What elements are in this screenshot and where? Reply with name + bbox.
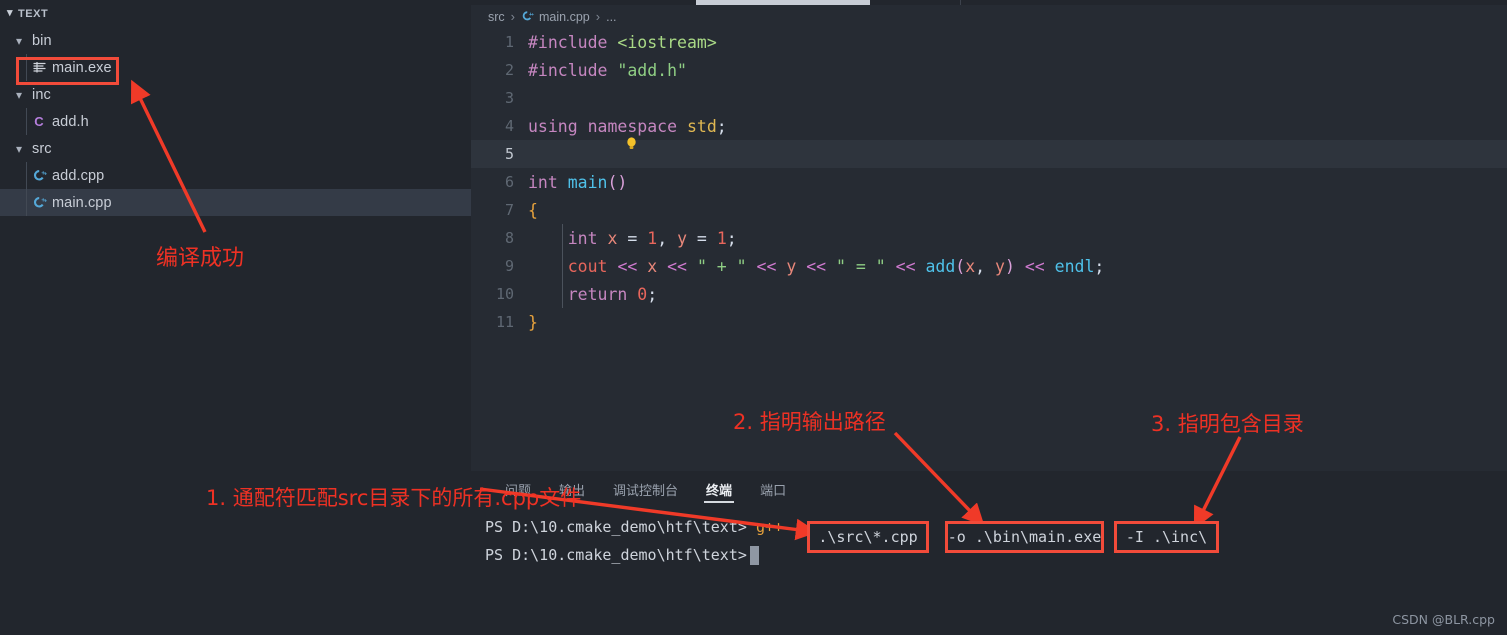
line-number: 4 — [504, 117, 514, 135]
line-text: return 0; — [567, 284, 658, 304]
cpp-icon: + + — [28, 169, 50, 182]
exe-icon — [28, 61, 50, 74]
tree-item-folder-inc[interactable]: ▾ inc — [0, 81, 471, 108]
code-line: 8 int x = 1, y = 1; — [471, 224, 1507, 252]
editor-tab-active[interactable] — [696, 0, 870, 5]
breadcrumb-file[interactable]: main.cpp — [539, 10, 590, 24]
line-number: 9 — [504, 257, 514, 275]
explorer-sidebar: ▾ TEXT ▾ bin main.exe ▾ inc C add.h ▾ sr… — [0, 0, 471, 635]
terminal-command: g++ — [755, 518, 784, 536]
code-line: 11 } — [471, 308, 1507, 336]
chevron-right-icon: › — [595, 9, 601, 24]
indent-guide — [26, 54, 27, 81]
line-text: int x = 1, y = 1; — [567, 228, 737, 248]
code-line: 9 cout << x << " + " << y << " = " << ad… — [471, 252, 1507, 280]
line-number: 7 — [504, 201, 514, 219]
line-text: #include <iostream> — [528, 32, 717, 52]
code-line: 2 #include "add.h" — [471, 56, 1507, 84]
explorer-section-header[interactable]: ▾ TEXT — [0, 0, 471, 27]
tree-item-label: bin — [32, 32, 52, 49]
tree-item-label: add.h — [52, 113, 89, 130]
c-header-icon: C — [34, 114, 44, 129]
code-line: 7 { — [471, 196, 1507, 224]
panel-tab-problems[interactable]: 问题 — [491, 471, 545, 507]
tree-item-label: main.exe — [52, 59, 112, 76]
panel-tab-output[interactable]: 输出 — [545, 471, 599, 507]
cpp-icon: + + — [521, 10, 534, 24]
chevron-right-icon: › — [510, 9, 516, 24]
terminal-line: PS D:\10.cmake_demo\htf\text> — [485, 541, 1507, 569]
tree-item-file-main-exe[interactable]: main.exe — [0, 54, 471, 81]
chevron-down-icon: ▾ — [15, 33, 23, 48]
line-number: 3 — [504, 89, 514, 107]
lightbulb-icon[interactable] — [527, 116, 637, 149]
tree-item-folder-src[interactable]: ▾ src — [0, 135, 471, 162]
tree-item-file-add-h[interactable]: C add.h — [0, 108, 471, 135]
line-text: } — [528, 312, 538, 332]
line-number: 8 — [504, 229, 514, 247]
tree-item-file-main-cpp[interactable]: + + main.cpp — [0, 189, 471, 216]
code-line: 4 using namespace std; — [471, 112, 1507, 149]
line-number: 11 — [495, 313, 514, 331]
tree-item-label: main.cpp — [52, 194, 112, 211]
code-content[interactable]: 1 #include <iostream> 2 #include "add.h"… — [471, 28, 1507, 336]
editor-tab-bar — [471, 0, 1507, 5]
tree-item-label: inc — [32, 86, 51, 103]
panel-tab-bar: 问题 输出 调试控制台 终端 端口 — [471, 471, 1507, 507]
panel-tab-ports[interactable]: 端口 — [746, 471, 800, 507]
panel-tab-debug-console[interactable]: 调试控制台 — [599, 471, 692, 507]
breadcrumb: src › + + main.cpp › ... — [471, 5, 1507, 28]
tree-item-label: src — [32, 140, 52, 157]
line-number: 2 — [504, 61, 514, 79]
code-line: 1 #include <iostream> — [471, 28, 1507, 56]
svg-text:+: + — [531, 12, 534, 17]
chevron-down-icon: ▾ — [15, 87, 23, 102]
terminal-prompt: PS D:\10.cmake_demo\htf\text> — [485, 546, 747, 564]
line-text: int main() — [528, 172, 628, 192]
tab-separator — [960, 0, 961, 5]
chevron-down-icon: ▾ — [15, 141, 23, 156]
line-number: 1 — [504, 33, 514, 51]
code-line: 10 return 0; — [471, 280, 1507, 308]
bottom-panel: 问题 输出 调试控制台 终端 端口 PS D:\10.cmake_demo\ht… — [471, 471, 1507, 635]
panel-tab-terminal[interactable]: 终端 — [692, 471, 746, 507]
code-line: 6 int main() — [471, 168, 1507, 196]
breadcrumb-more[interactable]: ... — [606, 10, 616, 24]
tree-item-label: add.cpp — [52, 167, 105, 184]
line-number: 5 — [504, 145, 514, 163]
line-number: 6 — [504, 173, 514, 191]
terminal-cursor — [749, 545, 759, 565]
terminal-prompt: PS D:\10.cmake_demo\htf\text> — [485, 518, 747, 536]
terminal-line: PS D:\10.cmake_demo\htf\text> g++ — [485, 513, 1507, 541]
line-text: { — [528, 200, 538, 220]
line-text: #include "add.h" — [528, 60, 687, 80]
code-line: 3 — [471, 84, 1507, 112]
line-number: 10 — [495, 285, 514, 303]
line-text: cout << x << " + " << y << " = " << add(… — [567, 256, 1105, 276]
svg-text:+: + — [44, 198, 47, 204]
tree-item-folder-bin[interactable]: ▾ bin — [0, 27, 471, 54]
indent-guide — [26, 108, 27, 135]
breadcrumb-folder[interactable]: src — [488, 10, 505, 24]
indent-guide — [26, 162, 27, 189]
code-editor: src › + + main.cpp › ... 1 #include <ios… — [471, 0, 1507, 471]
terminal-output[interactable]: PS D:\10.cmake_demo\htf\text> g++ PS D:\… — [471, 507, 1507, 569]
svg-text:+: + — [44, 171, 47, 177]
tree-item-file-add-cpp[interactable]: + + add.cpp — [0, 162, 471, 189]
cpp-icon: + + — [28, 196, 50, 209]
line-text: using namespace std; — [528, 116, 727, 136]
indent-guide — [26, 189, 27, 216]
explorer-section-title: TEXT — [18, 7, 49, 20]
vscode-window: ▾ TEXT ▾ bin main.exe ▾ inc C add.h ▾ sr… — [0, 0, 1507, 635]
chevron-down-icon: ▾ — [6, 7, 14, 19]
